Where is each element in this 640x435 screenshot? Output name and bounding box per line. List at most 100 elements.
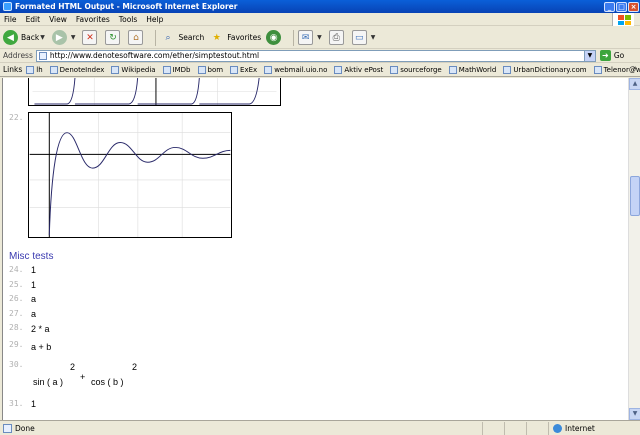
links-more-icon[interactable]: » (633, 64, 637, 72)
menu-tools[interactable]: Tools (119, 15, 137, 24)
search-icon: ⌕ (165, 32, 171, 43)
toolbar-separator (293, 29, 295, 46)
globe-icon (553, 423, 562, 433)
links-bar: Links lh DenoteIndex Wikipedia IMDb bom … (0, 63, 640, 77)
title-bar: Formated HTML Output - Microsoft Interne… (0, 0, 640, 13)
line-number: 28. (9, 323, 24, 332)
link-icon (26, 65, 35, 74)
link-mathworld[interactable]: MathWorld (448, 65, 496, 74)
link-icon (390, 65, 399, 74)
link-bom[interactable]: bom (197, 65, 223, 74)
ie-icon (3, 2, 12, 11)
refresh-icon: ↻ (105, 30, 121, 45)
menu-file[interactable]: File (4, 15, 17, 24)
page-content: 22. Misc tests 24. 1 25. 1 26. a 27. a 2… (2, 78, 628, 420)
plot-curve (34, 78, 76, 105)
print-button[interactable]: ⎙ (328, 30, 347, 45)
link-exex[interactable]: ExEx (230, 65, 257, 74)
plus-sign: + (80, 372, 86, 382)
favorites-label: Favorites (227, 33, 262, 42)
line-number: 29. (9, 340, 24, 349)
address-label: Address (3, 51, 33, 60)
printer-icon: ⎙ (328, 30, 344, 45)
cos-term: cos ( b ) (91, 377, 124, 387)
link-icon (197, 65, 206, 74)
go-button[interactable]: ➜ Go (599, 50, 624, 61)
exponent: 2 (70, 362, 76, 372)
star-icon: ★ (212, 32, 221, 43)
link-urbandictionary[interactable]: UrbanDictionary.com (503, 65, 587, 74)
refresh-button[interactable]: ↻ (105, 30, 123, 45)
result-value: 1 (31, 280, 37, 290)
status-cell (482, 421, 504, 435)
links-label: Links (3, 65, 23, 74)
link-icon (162, 65, 171, 74)
forward-arrow-icon: ▶ (51, 30, 67, 45)
link-aktiv-epost[interactable]: Aktiv ePost (334, 65, 383, 74)
close-button[interactable]: × (628, 1, 639, 12)
home-button[interactable]: ⌂ (128, 30, 146, 45)
damped-oscillation-plot (28, 112, 232, 238)
maximize-button[interactable]: □ (616, 1, 627, 12)
scroll-thumb[interactable] (630, 176, 640, 216)
window-title: Formated HTML Output - Microsoft Interne… (15, 2, 238, 11)
menu-edit[interactable]: Edit (26, 15, 41, 24)
chevron-down-icon[interactable]: ▼ (317, 34, 322, 41)
back-arrow-icon: ◀ (3, 30, 18, 45)
chevron-down-icon[interactable]: ▼ (71, 34, 76, 41)
link-sourceforge[interactable]: sourceforge (390, 65, 442, 74)
menu-favorites[interactable]: Favorites (76, 15, 110, 24)
edit-button[interactable]: ▭ ▼ (351, 30, 378, 45)
minimize-button[interactable]: _ (604, 1, 615, 12)
status-cell (504, 421, 526, 435)
forward-button[interactable]: ▶ ▼ (51, 30, 78, 45)
scroll-up-icon[interactable]: ▲ (629, 78, 640, 90)
plot-curve (199, 78, 260, 105)
line-number: 25. (9, 280, 24, 289)
favorites-button[interactable]: ★ Favorites (209, 30, 261, 45)
mail-button[interactable]: ✉ ▼ (298, 30, 324, 45)
link-imdb[interactable]: IMDb (162, 65, 191, 74)
page-done-icon (3, 423, 12, 433)
link-icon (230, 65, 239, 74)
result-value: a + b (31, 342, 52, 352)
stop-button[interactable]: ✕ (82, 30, 100, 45)
link-webmail[interactable]: webmail.uio.no (264, 65, 327, 74)
link-icon (264, 65, 273, 74)
result-value: a (31, 294, 37, 304)
scroll-down-icon[interactable]: ▼ (629, 408, 640, 420)
link-icon (111, 65, 120, 74)
menu-view[interactable]: View (49, 15, 67, 24)
chevron-down-icon[interactable]: ▼ (40, 34, 45, 41)
line-number: 27. (9, 309, 24, 318)
plot-curve (74, 78, 139, 105)
media-button[interactable]: ◉ (266, 30, 284, 45)
link-icon (503, 65, 512, 74)
link-denoteindex[interactable]: DenoteIndex (49, 65, 104, 74)
address-input[interactable]: http://www.denotesoftware.com/ether/simp… (35, 49, 596, 62)
home-icon: ⌂ (128, 30, 144, 45)
zone-label: Internet (565, 423, 595, 433)
status-cell (526, 421, 548, 435)
link-icon (448, 65, 457, 74)
link-wikipedia[interactable]: Wikipedia (111, 65, 156, 74)
status-bar: Done Internet (0, 420, 640, 435)
edit-page-icon: ▭ (351, 30, 367, 45)
link-lh[interactable]: lh (26, 65, 43, 74)
line-number: 24. (9, 265, 24, 274)
toolbar-separator (155, 29, 157, 46)
vertical-scrollbar[interactable]: ▲ ▼ (628, 78, 640, 420)
menu-help[interactable]: Help (146, 15, 163, 24)
media-icon: ◉ (266, 30, 282, 45)
result-value: 1 (31, 265, 37, 275)
back-button[interactable]: ◀ Back ▼ (3, 30, 47, 45)
toolbar: ◀ Back ▼ ▶ ▼ ✕ ↻ ⌂ ⌕ Search ★ Favorites … (0, 27, 640, 49)
back-label: Back (21, 33, 40, 42)
status-text: Done (0, 423, 482, 433)
search-button[interactable]: ⌕ Search (160, 30, 204, 45)
line-number: 30. (9, 360, 24, 369)
chevron-down-icon[interactable]: ▼ (583, 50, 595, 61)
search-label: Search (178, 33, 205, 42)
section-heading: Misc tests (9, 251, 54, 262)
chevron-down-icon[interactable]: ▼ (371, 34, 376, 41)
